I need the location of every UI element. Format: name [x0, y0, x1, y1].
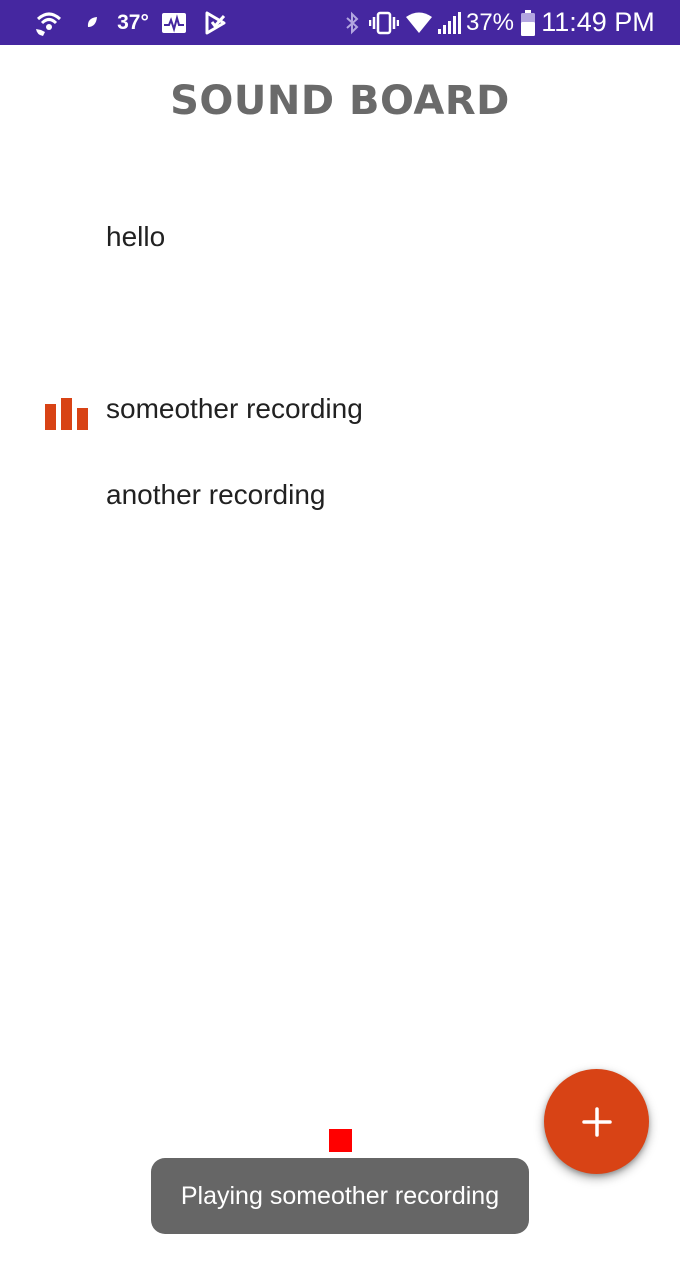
page-title: SOUND BOARD	[170, 78, 510, 124]
check-flag-icon	[203, 0, 229, 45]
wifi-call-icon	[32, 0, 66, 45]
equalizer-icon	[45, 388, 91, 434]
recording-label: someother recording	[106, 393, 363, 424]
recording-item-someother-recording[interactable]: someother recording	[0, 374, 680, 444]
vibrate-icon	[368, 0, 400, 45]
plus-icon	[581, 1106, 612, 1137]
wifi-icon	[404, 0, 434, 45]
clock-label: 11:49 PM	[541, 7, 655, 37]
status-bar: 37° 37% 11:49 PM	[0, 0, 680, 45]
sound-board-screen: 37° 37% 11:49 PM SOUND BOARD hello someo…	[0, 0, 680, 1280]
pulse-monitor-icon	[160, 0, 188, 45]
recording-label: another recording	[106, 479, 326, 510]
toast-message: Playing someother recording	[151, 1158, 529, 1234]
stop-button[interactable]	[329, 1129, 352, 1152]
add-recording-button[interactable]	[544, 1069, 649, 1174]
temperature-label: 37°	[117, 10, 149, 34]
recording-label: hello	[106, 221, 166, 252]
battery-percent-label: 37%	[465, 8, 515, 36]
signal-icon	[436, 0, 464, 45]
battery-icon	[518, 0, 538, 45]
recording-item-hello[interactable]: hello	[0, 202, 680, 272]
bluetooth-icon	[342, 0, 362, 45]
leaf-icon	[84, 0, 100, 45]
recording-item-another-recording[interactable]: another recording	[0, 460, 680, 530]
